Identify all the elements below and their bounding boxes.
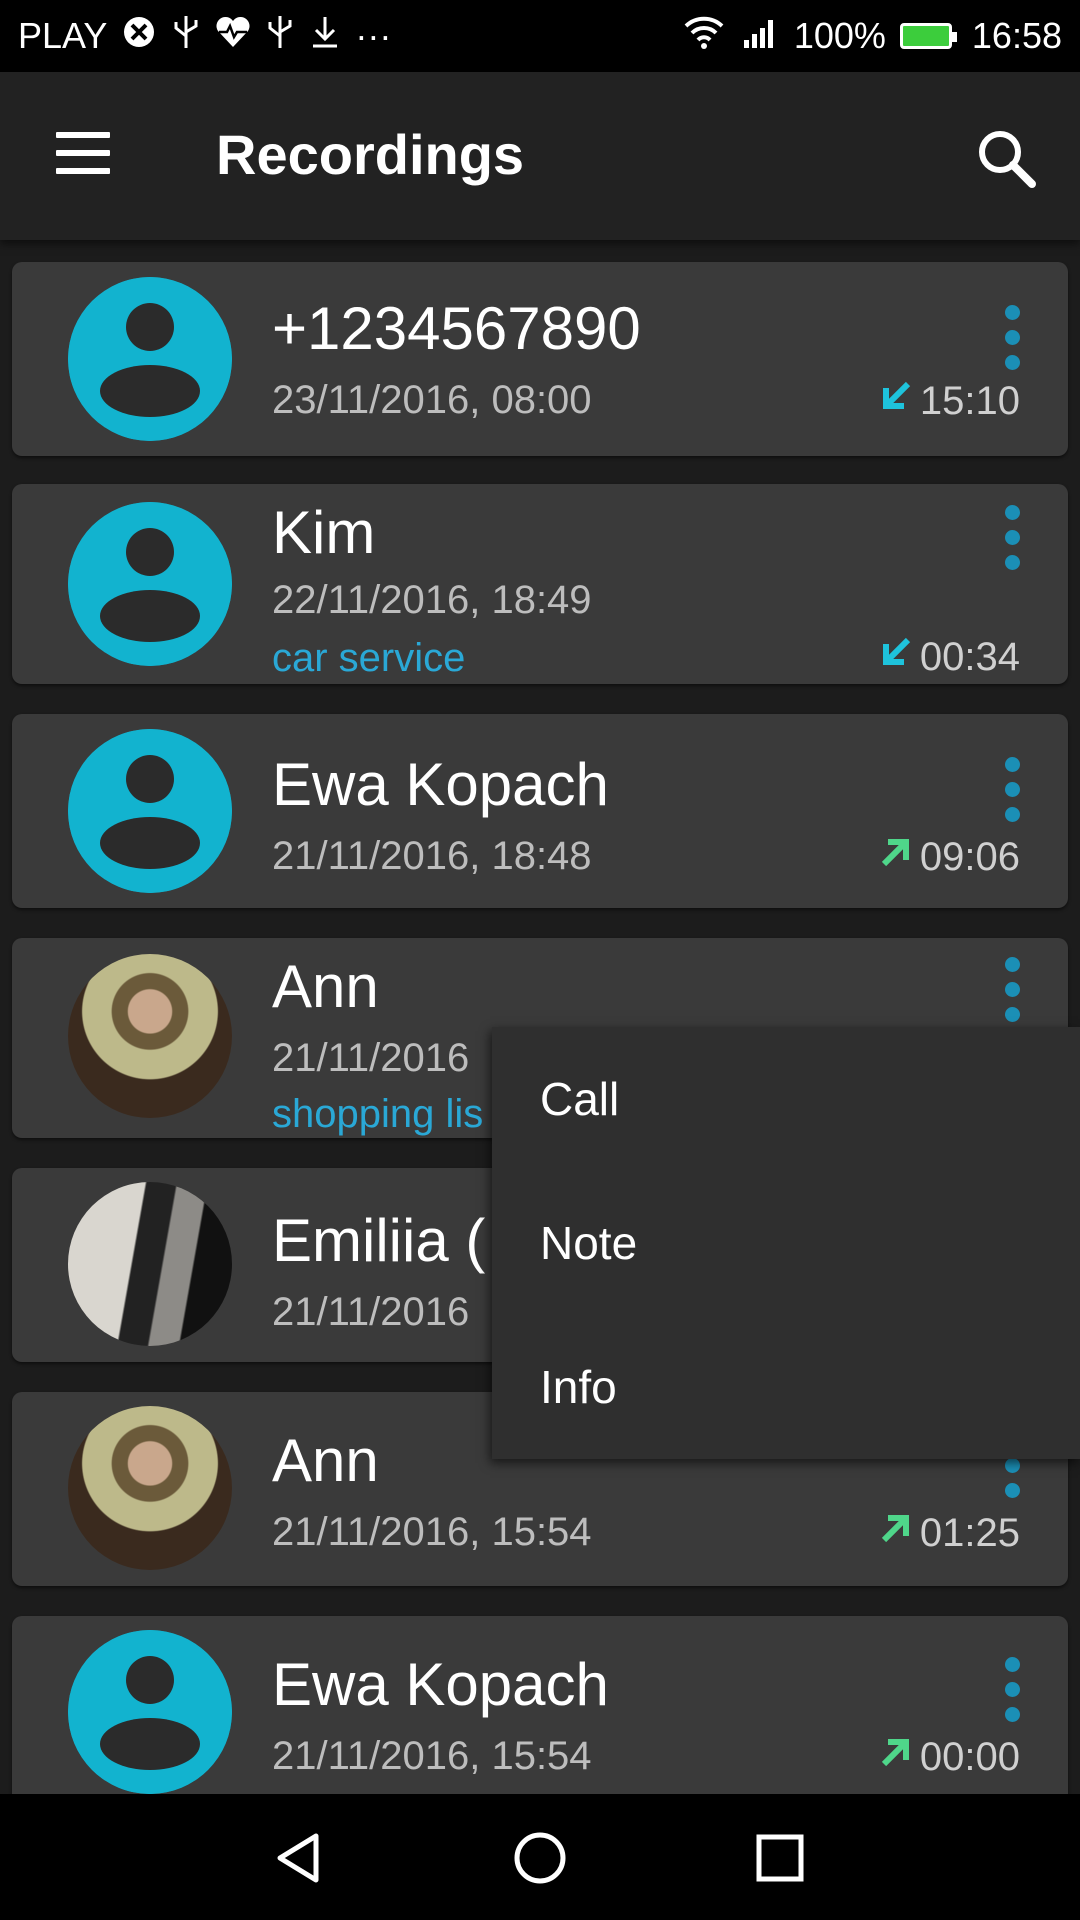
recording-item[interactable]: +1234567890 23/11/2016, 08:00 15:10 <box>12 262 1068 456</box>
recording-date: 21/11/2016 <box>272 1290 470 1334</box>
more-options-icon[interactable] <box>994 950 1030 1030</box>
avatar <box>68 1630 232 1794</box>
outgoing-call-icon <box>878 1734 914 1780</box>
download-icon <box>309 14 341 59</box>
recording-date: 21/11/2016, 18:48 <box>272 834 592 878</box>
recents-icon[interactable] <box>750 1828 810 1888</box>
recording-date: 22/11/2016, 18:49 <box>272 578 592 622</box>
usb-icon <box>171 14 201 59</box>
menu-item-info[interactable]: Info <box>492 1315 1080 1459</box>
avatar <box>68 502 232 666</box>
navigation-bar <box>0 1794 1080 1920</box>
outgoing-call-icon <box>878 1510 914 1556</box>
battery-percent: 100% <box>793 15 886 56</box>
status-bar: PLAY ··· 100% 16:58 <box>0 0 1080 72</box>
recording-note: shopping lis <box>272 1092 484 1136</box>
recording-date: 21/11/2016 <box>272 1036 470 1080</box>
call-duration: 09:06 <box>878 834 1020 880</box>
more-options-icon[interactable] <box>994 750 1030 830</box>
back-icon[interactable] <box>270 1828 330 1888</box>
recording-item[interactable]: Kim 22/11/2016, 18:49 car service 00:34 <box>12 484 1068 684</box>
recording-date: 23/11/2016, 08:00 <box>272 378 592 422</box>
avatar <box>68 277 232 441</box>
carrier-label: PLAY <box>18 15 108 56</box>
call-duration: 15:10 <box>878 378 1020 424</box>
recording-item[interactable]: Ewa Kopach 21/11/2016, 18:48 09:06 <box>12 714 1068 908</box>
recording-note: car service <box>272 636 466 680</box>
context-menu: Call Note Info <box>492 1027 1080 1459</box>
more-options-icon[interactable] <box>994 298 1030 378</box>
contact-photo <box>68 954 232 1118</box>
menu-icon[interactable] <box>52 128 116 184</box>
clock: 16:58 <box>971 15 1062 56</box>
more-options-icon[interactable] <box>994 498 1030 578</box>
call-duration: 01:25 <box>878 1510 1020 1556</box>
contact-name: Emiliia ( <box>272 1207 486 1274</box>
search-icon[interactable] <box>972 124 1042 194</box>
call-duration: 00:00 <box>878 1734 1020 1780</box>
menu-item-call[interactable]: Call <box>492 1027 1080 1171</box>
more-notifications-icon: ··· <box>355 15 392 56</box>
contact-name: +1234567890 <box>272 295 641 362</box>
recordings-list[interactable]: +1234567890 23/11/2016, 08:00 15:10 Kim … <box>0 240 1080 1794</box>
page-title: Recordings <box>216 123 525 186</box>
contact-name: Ann <box>272 1427 379 1494</box>
contact-photo <box>68 1182 232 1346</box>
app-bar: Recordings <box>0 72 1080 240</box>
recording-date: 21/11/2016, 15:54 <box>272 1510 592 1554</box>
menu-item-note[interactable]: Note <box>492 1171 1080 1315</box>
incoming-call-icon <box>878 378 914 424</box>
recording-date: 21/11/2016, 15:54 <box>272 1734 592 1778</box>
wifi-icon <box>682 14 726 59</box>
usb-icon-2 <box>265 14 295 59</box>
call-duration: 00:34 <box>878 634 1020 680</box>
contact-name: Kim <box>272 499 376 566</box>
contact-photo <box>68 1406 232 1570</box>
home-icon[interactable] <box>510 1828 570 1888</box>
incoming-call-icon <box>878 634 914 680</box>
contact-name: Ewa Kopach <box>272 751 609 818</box>
more-options-icon[interactable] <box>994 1650 1030 1730</box>
contact-name: Ann <box>272 953 379 1020</box>
avatar <box>68 729 232 893</box>
heart-rate-icon <box>215 15 251 58</box>
contact-name: Ewa Kopach <box>272 1651 609 1718</box>
signal-icon <box>740 14 780 59</box>
battery-icon <box>899 23 957 49</box>
recording-item[interactable]: Ewa Kopach 21/11/2016, 15:54 00:00 <box>12 1616 1068 1794</box>
blocked-icon <box>121 14 157 59</box>
outgoing-call-icon <box>878 834 914 880</box>
